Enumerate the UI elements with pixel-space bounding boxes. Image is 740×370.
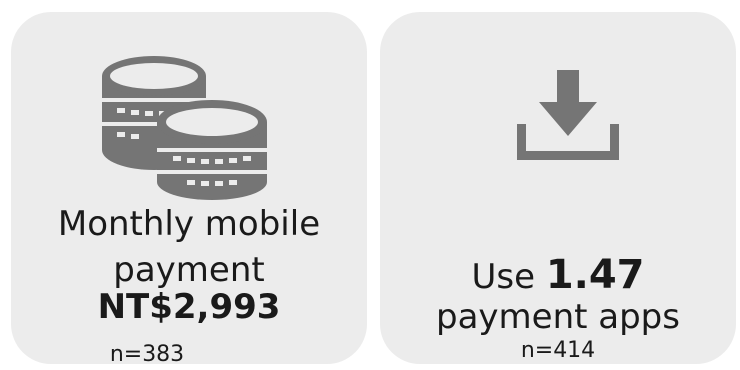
apps-prefix: Use [471, 257, 546, 297]
payment-label-line1: Monthly mobile [57, 204, 321, 244]
payment-amount: NT$2,993 [97, 287, 281, 327]
apps-count-line: Use 1.47 [380, 252, 736, 298]
download-icon [513, 70, 623, 160]
payment-label-line2: payment [113, 250, 265, 290]
coins-icon [99, 42, 274, 202]
monthly-payment-card: Monthly mobile payment NT$2,993 n=383 [11, 12, 367, 367]
apps-sample-size: n=414 [520, 338, 596, 363]
payment-apps-card: Use 1.47 payment apps n=414 [380, 12, 736, 364]
apps-count: 1.47 [545, 252, 645, 298]
apps-label-line2: payment apps [436, 297, 680, 337]
payment-sample-size: n=383 [109, 342, 185, 367]
